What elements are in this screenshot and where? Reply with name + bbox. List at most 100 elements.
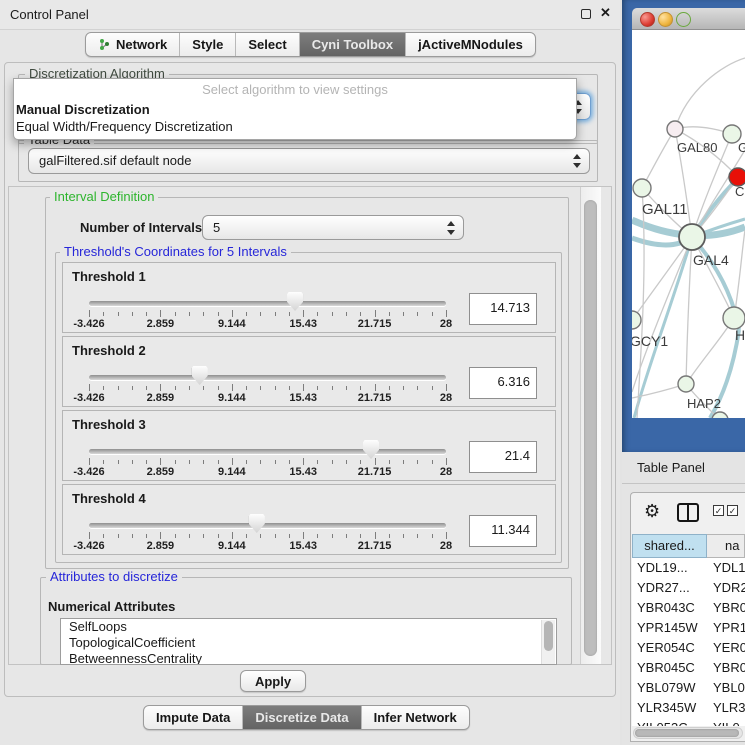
threshold-4-label: Threshold 4 <box>72 491 146 506</box>
node-label: GAL80 <box>677 140 717 155</box>
threshold-4-slider-thumb[interactable] <box>249 514 265 533</box>
mac-minimize-icon[interactable] <box>658 12 673 27</box>
table-row[interactable]: YBR045CYBR0 <box>632 658 745 678</box>
tab-cyni-toolbox-label: Cyni Toolbox <box>312 37 393 52</box>
table-data-combobox[interactable]: galFiltered.sif default node <box>28 148 590 174</box>
attribute-item[interactable]: TopologicalCoefficient <box>61 635 556 651</box>
number-of-intervals-label: Number of Intervals <box>80 220 202 235</box>
tab-jactivemnodules[interactable]: jActiveMNodules <box>406 33 535 56</box>
table-row[interactable]: YER054CYER0 <box>632 638 745 658</box>
threshold-4-panel: Threshold 4 -3.4262.8599.14415.4321.7152… <box>62 484 556 555</box>
mac-close-icon[interactable] <box>640 12 655 27</box>
threshold-4-slider-track[interactable] <box>89 523 446 528</box>
algorithm-dropdown-popup: Select algorithm to view settings Manual… <box>13 78 577 140</box>
tab-style-label: Style <box>192 37 223 52</box>
vertical-scrollbar-thumb[interactable] <box>584 200 597 656</box>
table-panel-title: Table Panel <box>637 460 705 475</box>
column-header-shared-name[interactable]: shared... <box>632 534 707 558</box>
apply-button[interactable]: Apply <box>240 670 306 692</box>
threshold-3-value-field[interactable]: 21.4 <box>469 441 537 473</box>
number-of-intervals-value: 5 <box>213 220 220 235</box>
threshold-2-slider-thumb[interactable] <box>192 366 208 385</box>
thresholds-group-title: Threshold's Coordinates for 5 Intervals <box>60 245 291 259</box>
node-label: H <box>735 327 745 343</box>
control-panel: Control Panel ✕ Network Style Select Cyn… <box>0 0 620 745</box>
columns-icon[interactable] <box>677 503 699 522</box>
threshold-4-value-field[interactable]: 11.344 <box>469 515 537 547</box>
network-icon <box>98 38 111 51</box>
tab-select[interactable]: Select <box>236 33 299 56</box>
horizontal-scrollbar[interactable] <box>633 727 743 739</box>
table-row[interactable]: YBR043CYBR0 <box>632 598 745 618</box>
node-gcy1[interactable] <box>632 311 641 329</box>
threshold-2-slider-track[interactable] <box>89 375 446 380</box>
threshold-2-label: Threshold 2 <box>72 343 146 358</box>
dropdown-option-equal-width-frequency[interactable]: Equal Width/Frequency Discretization <box>14 119 576 135</box>
node-hap2[interactable] <box>678 376 694 392</box>
horizontal-scrollbar-thumb[interactable] <box>635 729 739 737</box>
panel-title: Control Panel <box>10 7 89 22</box>
tab-discretize-data-label: Discretize Data <box>255 710 348 725</box>
float-window-icon[interactable] <box>581 9 591 19</box>
node-label: G <box>738 140 745 155</box>
threshold-3-slider-track[interactable] <box>89 449 446 454</box>
node-label: HAP2 <box>687 396 721 411</box>
threshold-1-label: Threshold 1 <box>72 269 146 284</box>
checkbox-icon[interactable]: ✓ <box>713 505 724 516</box>
attributes-list[interactable]: SelfLoopsTopologicalCoefficientBetweenne… <box>60 618 557 665</box>
table-row[interactable]: YLR345WYLR3 <box>632 698 745 718</box>
combo-stepper-icon <box>446 221 455 235</box>
tab-cyni-toolbox[interactable]: Cyni Toolbox <box>300 33 406 56</box>
attribute-item[interactable]: BetweennessCentrality <box>61 651 556 665</box>
node-gal4[interactable] <box>679 224 705 250</box>
attributes-group-title: Attributes to discretize <box>46 570 182 584</box>
threshold-1-panel: Threshold 1 -3.4262.8599.14415.4321.7152… <box>62 262 556 333</box>
gear-icon[interactable]: ⚙ <box>644 501 660 522</box>
tab-network-label: Network <box>116 37 167 52</box>
dropdown-hint: Select algorithm to view settings <box>14 82 576 97</box>
checkbox-icon[interactable]: ✓ <box>727 505 738 516</box>
attributes-scrollbar-thumb[interactable] <box>544 621 553 651</box>
tab-discretize-data[interactable]: Discretize Data <box>243 706 361 729</box>
table-row[interactable]: YPR145WYPR1 <box>632 618 745 638</box>
table-data-selected: galFiltered.sif default node <box>39 153 191 168</box>
threshold-2-panel: Threshold 2 -3.4262.8599.14415.4321.7152… <box>62 336 556 407</box>
tab-network[interactable]: Network <box>86 33 180 56</box>
node-label: GAL4 <box>693 252 729 268</box>
node-gal11[interactable] <box>633 179 651 197</box>
threshold-3-slider-thumb[interactable] <box>363 440 379 459</box>
threshold-2-value-field[interactable]: 6.316 <box>469 367 537 399</box>
table-row[interactable]: YDR27...YDR2 <box>632 578 745 598</box>
tab-impute-data[interactable]: Impute Data <box>144 706 243 729</box>
column-header-name[interactable]: na <box>707 534 745 558</box>
tab-infer-network[interactable]: Infer Network <box>362 706 469 729</box>
table-row[interactable]: YDL19...YDL1 <box>632 558 745 578</box>
mac-zoom-icon[interactable] <box>676 12 691 27</box>
node-gal80[interactable] <box>667 121 683 137</box>
network-window-titlebar[interactable] <box>632 8 745 30</box>
threshold-1-slider-thumb[interactable] <box>287 292 303 311</box>
attribute-item[interactable]: SelfLoops <box>61 619 556 635</box>
threshold-1-value-field[interactable]: 14.713 <box>469 293 537 325</box>
top-tab-bar: Network Style Select Cyni Toolbox jActiv… <box>85 32 536 57</box>
tab-jactivemnodules-label: jActiveMNodules <box>418 37 523 52</box>
table-row[interactable]: YIL053CYIL0 <box>632 718 745 726</box>
dropdown-option-manual-discretization[interactable]: Manual Discretization <box>14 102 576 118</box>
threshold-1-slider-track[interactable] <box>89 301 446 306</box>
table-header-row: shared... na <box>632 534 745 558</box>
tab-style[interactable]: Style <box>180 33 236 56</box>
tab-select-label: Select <box>248 37 286 52</box>
attributes-scrollbar[interactable] <box>541 620 555 665</box>
network-canvas[interactable]: GAL80 G GAL11 C GAL4 GCY1 H HAP2 <box>632 30 745 418</box>
combo-stepper-icon <box>572 154 581 168</box>
node-label: C <box>735 184 744 199</box>
interval-definition-title: Interval Definition <box>50 190 158 204</box>
number-of-intervals-combobox[interactable]: 5 <box>202 215 464 240</box>
close-icon[interactable]: ✕ <box>600 5 611 21</box>
table-row[interactable]: YBL079WYBL0 <box>632 678 745 698</box>
node-label: GAL11 <box>642 201 688 218</box>
node-h[interactable] <box>723 307 745 329</box>
divider <box>622 483 745 484</box>
numerical-attributes-label: Numerical Attributes <box>48 599 175 614</box>
bottom-tab-bar: Impute Data Discretize Data Infer Networ… <box>143 705 470 730</box>
